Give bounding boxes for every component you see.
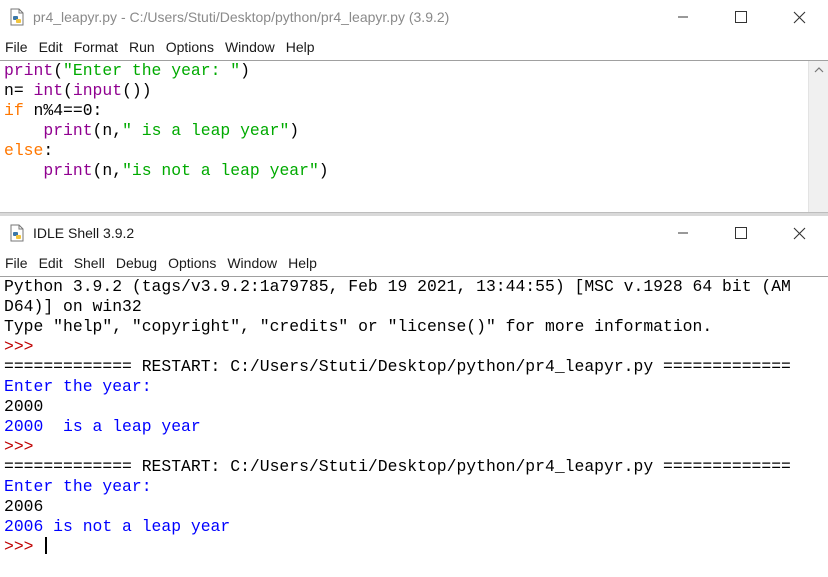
- code-token: (n,: [92, 161, 123, 180]
- code-token: ): [289, 121, 300, 140]
- editor-title: pr4_leapyr.py - C:/Users/Stuti/Desktop/p…: [33, 9, 450, 25]
- code-line: print(n,"is not a leap year"): [0, 161, 828, 181]
- shell-line: 2006: [4, 497, 44, 516]
- code-token: ): [240, 61, 250, 80]
- shell-line: D64)] on win32: [4, 297, 142, 316]
- code-line: print(n," is a leap year"): [0, 121, 828, 141]
- code-token: if: [4, 101, 24, 120]
- minimize-icon: [678, 16, 688, 18]
- shell-title: IDLE Shell 3.9.2: [33, 225, 135, 241]
- menu-edit[interactable]: Edit: [39, 255, 63, 271]
- code-token: n%4==0:: [23, 101, 103, 120]
- maximize-button[interactable]: [712, 216, 770, 250]
- menu-window[interactable]: Window: [225, 39, 275, 55]
- editor-menubar: File Edit Format Run Options Window Help: [0, 34, 828, 60]
- shell-line: Enter the year:: [4, 377, 162, 396]
- shell-line: ============= RESTART: C:/Users/Stuti/De…: [4, 357, 791, 376]
- editor-titlebar[interactable]: pr4_leapyr.py - C:/Users/Stuti/Desktop/p…: [0, 0, 828, 34]
- text-cursor: [45, 537, 48, 554]
- editor-window: pr4_leapyr.py - C:/Users/Stuti/Desktop/p…: [0, 0, 828, 212]
- code-token: print: [43, 121, 93, 140]
- python-file-icon: [10, 224, 24, 242]
- close-icon: [793, 11, 805, 23]
- shell-line: 2006 is not a leap year: [4, 517, 231, 536]
- code-token: ): [318, 161, 329, 180]
- python-file-icon: [10, 8, 24, 26]
- menu-debug[interactable]: Debug: [116, 255, 157, 271]
- menu-edit[interactable]: Edit: [39, 39, 63, 55]
- scroll-up-icon[interactable]: [814, 67, 824, 73]
- code-token: n=: [4, 81, 34, 100]
- code-token: ()): [122, 81, 152, 100]
- shell-line: 2000 is a leap year: [4, 417, 201, 436]
- shell-line: 2000: [4, 397, 44, 416]
- close-button[interactable]: [770, 0, 828, 34]
- code-line: if n%4==0:: [0, 101, 828, 121]
- maximize-icon: [735, 227, 747, 239]
- menu-window[interactable]: Window: [227, 255, 277, 271]
- code-line: print("Enter the year: "): [0, 61, 828, 81]
- code-line: else:: [0, 141, 828, 161]
- shell-output[interactable]: Python 3.9.2 (tags/v3.9.2:1a79785, Feb 1…: [0, 276, 828, 576]
- minimize-icon: [678, 232, 688, 234]
- code-line: n= int(input()): [0, 81, 828, 101]
- code-token: input: [72, 81, 123, 100]
- code-token: "Enter the year: ": [63, 61, 241, 80]
- shell-window: IDLE Shell 3.9.2 File Edit Shell Debug O…: [0, 216, 828, 577]
- menu-help[interactable]: Help: [286, 39, 315, 55]
- shell-line: Python 3.9.2 (tags/v3.9.2:1a79785, Feb 1…: [4, 277, 791, 296]
- shell-input-line[interactable]: >>>: [0, 537, 828, 557]
- menu-options[interactable]: Options: [168, 255, 216, 271]
- shell-line: >>>: [4, 337, 44, 356]
- shell-line: ============= RESTART: C:/Users/Stuti/De…: [4, 457, 791, 476]
- editor-scrollbar[interactable]: [808, 61, 828, 212]
- shell-menubar: File Edit Shell Debug Options Window Hel…: [0, 250, 828, 276]
- shell-line: Enter the year:: [4, 477, 162, 496]
- shell-titlebar[interactable]: IDLE Shell 3.9.2: [0, 216, 828, 250]
- code-token: else: [4, 141, 44, 160]
- minimize-button[interactable]: [654, 0, 712, 34]
- menu-options[interactable]: Options: [166, 39, 214, 55]
- menu-file[interactable]: File: [5, 255, 28, 271]
- shell-line: >>>: [4, 437, 44, 456]
- code-editor[interactable]: print("Enter the year: ") n= int(input())…: [0, 60, 828, 212]
- code-token: " is a leap year": [122, 121, 290, 140]
- menu-file[interactable]: File: [5, 39, 28, 55]
- menu-help[interactable]: Help: [288, 255, 317, 271]
- maximize-icon: [735, 11, 747, 23]
- menu-format[interactable]: Format: [74, 39, 118, 55]
- maximize-button[interactable]: [712, 0, 770, 34]
- code-token: (: [63, 81, 73, 100]
- menu-shell[interactable]: Shell: [74, 255, 105, 271]
- code-token: (n,: [92, 121, 123, 140]
- code-token: print: [43, 161, 93, 180]
- close-icon: [793, 227, 805, 239]
- code-token: int: [33, 81, 64, 100]
- menu-run[interactable]: Run: [129, 39, 155, 55]
- shell-line: Type "help", "copyright", "credits" or "…: [4, 317, 713, 336]
- minimize-button[interactable]: [654, 216, 712, 250]
- close-button[interactable]: [770, 216, 828, 250]
- code-token: :: [43, 141, 54, 160]
- code-token: (: [53, 61, 64, 80]
- code-token: print: [4, 61, 54, 80]
- shell-prompt: >>>: [4, 537, 44, 556]
- code-token: "is not a leap year": [122, 161, 319, 180]
